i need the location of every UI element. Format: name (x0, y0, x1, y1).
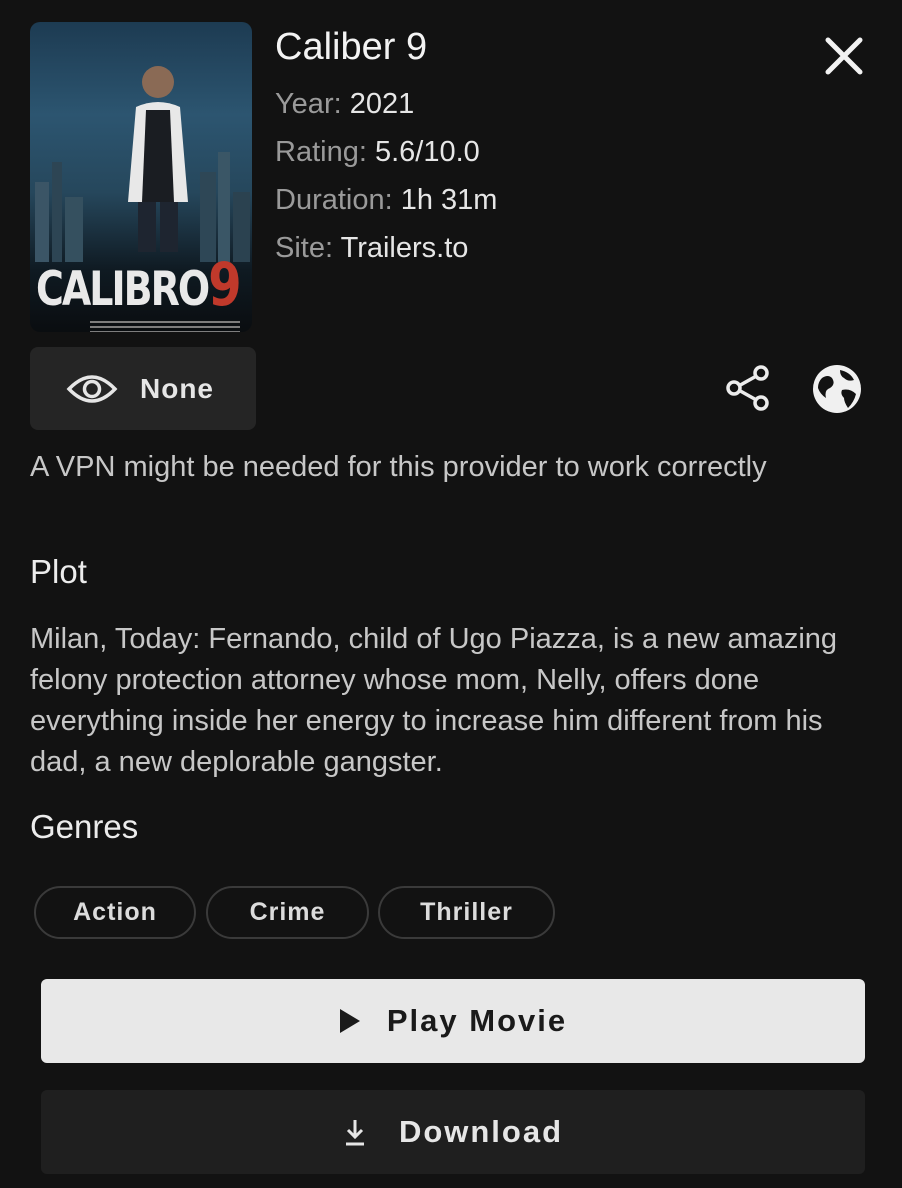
plot-heading: Plot (30, 553, 87, 590)
genre-chip-crime[interactable]: Crime (206, 886, 369, 939)
share-button[interactable] (722, 362, 774, 414)
poster-title: CALIBRO9 (36, 250, 242, 320)
poster-title-text: CALIBRO (36, 261, 210, 317)
year-label: Year: (275, 88, 350, 120)
poster-credits (90, 318, 240, 332)
close-icon (825, 37, 863, 75)
download-button[interactable]: Download (41, 1090, 865, 1174)
poster-title-number: 9 (208, 250, 241, 320)
movie-title: Caliber 9 (275, 26, 428, 68)
globe-icon (813, 365, 861, 413)
year-row: Year: 2021 (275, 80, 497, 128)
genre-chip-thriller[interactable]: Thriller (378, 886, 555, 939)
rating-row: Rating: 5.6/10.0 (275, 128, 497, 176)
movie-info: Caliber 9 Year: 2021 Rating: 5.6/10.0 Du… (275, 24, 497, 272)
rating-label: Rating: (275, 136, 375, 168)
watch-status-label: None (140, 372, 214, 404)
site-row: Site: Trailers.to (275, 224, 497, 272)
open-website-button[interactable] (810, 362, 864, 416)
play-icon (339, 1009, 360, 1033)
watch-status-button[interactable]: None (30, 347, 256, 430)
duration-label: Duration: (275, 184, 401, 216)
poster-figure (128, 66, 188, 252)
share-icon (726, 365, 769, 411)
play-movie-label: Play Movie (386, 1003, 568, 1038)
eye-icon (66, 374, 118, 403)
movie-poster: CALIBRO9 (30, 22, 252, 332)
download-icon (345, 1120, 364, 1146)
duration-value: 1h 31m (400, 184, 498, 216)
genres-heading: Genres (30, 808, 139, 845)
genre-chip-action[interactable]: Action (34, 886, 196, 939)
close-button[interactable] (818, 30, 870, 82)
duration-row: Duration: 1h 31m (275, 176, 497, 224)
play-movie-button[interactable]: Play Movie (41, 979, 865, 1063)
rating-value: 5.6/10.0 (374, 136, 480, 168)
download-label: Download (398, 1114, 564, 1149)
vpn-note: A VPN might be needed for this provider … (30, 451, 767, 483)
site-value: Trailers.to (340, 232, 469, 264)
plot-text: Milan, Today: Fernando, child of Ugo Pia… (30, 623, 838, 778)
site-label: Site: (275, 232, 341, 264)
year-value: 2021 (349, 88, 415, 120)
